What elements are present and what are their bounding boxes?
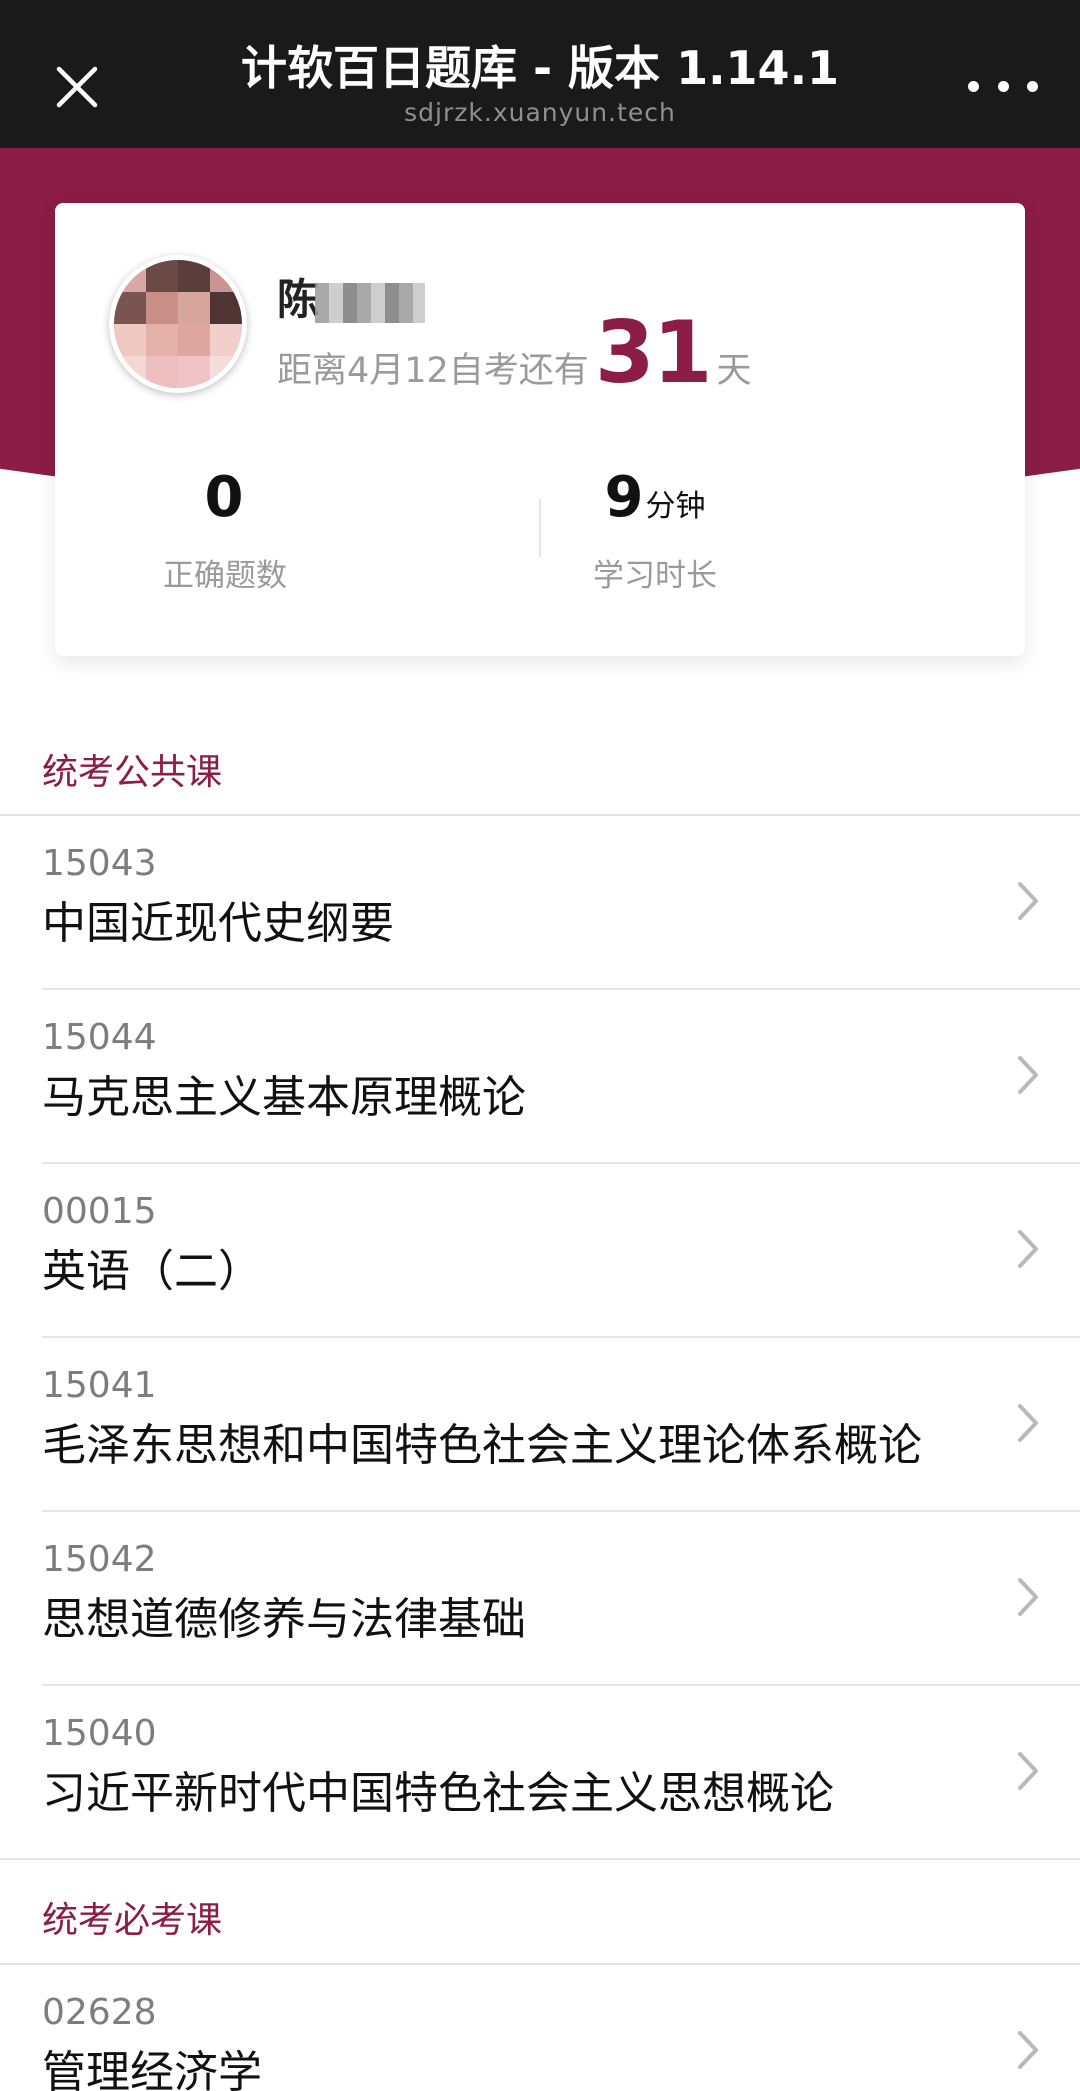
course-code: 15043 xyxy=(42,843,157,884)
stat-label: 学习时长 xyxy=(593,558,717,594)
chevron-right-icon xyxy=(1018,882,1038,920)
course-code: 00015 xyxy=(42,1191,157,1232)
course-name: 管理经济学 xyxy=(42,2047,262,2091)
section-title-required-courses: 统考必考课 xyxy=(42,1900,223,1941)
course-name: 马克思主义基本原理概论 xyxy=(42,1072,526,1123)
countdown-prefix: 距离4月12自考还有 xyxy=(277,351,589,391)
stat-correct-count: 0 正确题数 xyxy=(75,463,375,596)
course-item[interactable]: 15044 马克思主义基本原理概论 xyxy=(0,990,1080,1164)
avatar[interactable] xyxy=(109,255,247,393)
top-navbar: 计软百日题库 - 版本 1.14.1 sdjrzk.xuanyun.tech xyxy=(0,0,1080,148)
course-name: 毛泽东思想和中国特色社会主义理论体系概论 xyxy=(42,1420,922,1471)
course-code: 15042 xyxy=(42,1539,157,1580)
chevron-right-icon xyxy=(1018,1404,1038,1442)
course-code: 15040 xyxy=(42,1713,157,1754)
chevron-right-icon xyxy=(1018,2031,1038,2069)
course-item[interactable]: 15042 思想道德修养与法律基础 xyxy=(0,1512,1080,1686)
course-code: 02628 xyxy=(42,1992,157,2033)
more-button[interactable] xyxy=(968,64,1038,108)
profile-card: 陈 距离4月12自考还有 31 天 0 正确题数 9分钟 学习时长 xyxy=(55,203,1025,656)
more-icon-dot xyxy=(997,80,1009,92)
section-title-public-courses: 统考公共课 xyxy=(42,752,223,793)
stat-study-time: 9分钟 学习时长 xyxy=(505,463,805,596)
course-item[interactable]: 15043 中国近现代史纲要 xyxy=(0,816,1080,990)
course-name: 思想道德修养与法律基础 xyxy=(42,1594,526,1645)
course-item[interactable]: 02628 管理经济学 xyxy=(0,1965,1080,2091)
stat-unit: 分钟 xyxy=(645,489,706,524)
stat-value: 0 xyxy=(204,465,244,530)
stat-value: 9 xyxy=(604,465,644,530)
page-title: 计软百日题库 - 版本 1.14.1 xyxy=(240,41,840,95)
course-name: 中国近现代史纲要 xyxy=(42,898,394,949)
course-name: 英语（二） xyxy=(42,1246,262,1297)
chevron-right-icon xyxy=(1018,1578,1038,1616)
countdown-suffix: 天 xyxy=(716,351,752,391)
course-item[interactable]: 15040 习近平新时代中国特色社会主义思想概论 xyxy=(0,1686,1080,1860)
more-icon-dot xyxy=(1027,80,1038,92)
chevron-right-icon xyxy=(1018,1752,1038,1790)
page-domain: sdjrzk.xuanyun.tech xyxy=(404,98,676,127)
stat-value-wrap: 0 xyxy=(75,463,375,542)
course-item[interactable]: 00015 英语（二） xyxy=(0,1164,1080,1338)
chevron-right-icon xyxy=(1018,1230,1038,1268)
avatar-image xyxy=(114,260,242,388)
stat-value-wrap: 9分钟 xyxy=(505,463,805,542)
course-name: 习近平新时代中国特色社会主义思想概论 xyxy=(42,1768,834,1819)
list-divider xyxy=(0,1858,1080,1860)
exam-countdown: 距离4月12自考还有 31 天 xyxy=(277,303,752,403)
course-code: 15041 xyxy=(42,1365,157,1406)
countdown-days: 31 xyxy=(594,303,713,403)
chevron-right-icon xyxy=(1018,1056,1038,1094)
stat-label: 正确题数 xyxy=(163,558,287,594)
course-item[interactable]: 15041 毛泽东思想和中国特色社会主义理论体系概论 xyxy=(0,1338,1080,1512)
more-icon xyxy=(968,80,979,92)
course-code: 15044 xyxy=(42,1017,157,1058)
